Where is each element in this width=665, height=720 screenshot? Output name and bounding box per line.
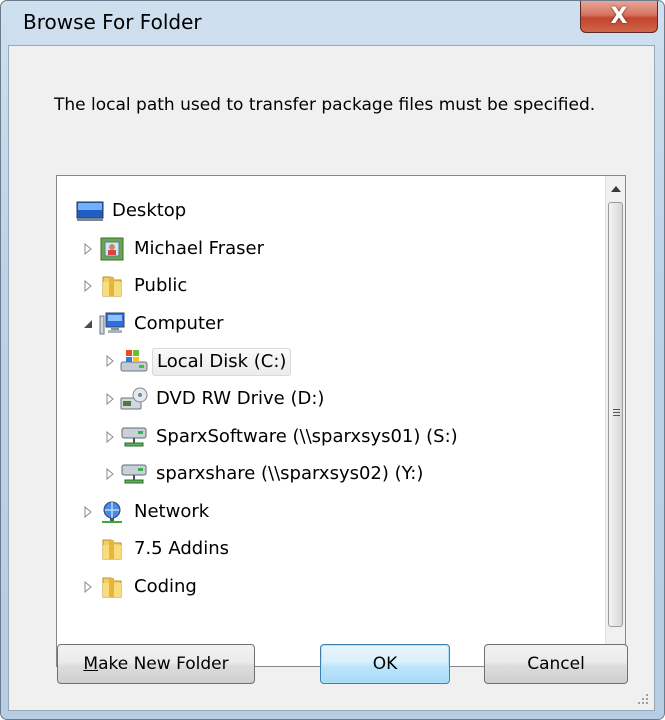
- tree-node-label[interactable]: Local Disk (C:): [152, 348, 292, 377]
- folder-tree[interactable]: Desktop Michael Fraser Public Computer Local…: [56, 175, 626, 667]
- tree-node[interactable]: Computer: [57, 306, 606, 342]
- tree-node[interactable]: Michael Fraser: [57, 231, 606, 267]
- close-icon: X: [610, 4, 628, 29]
- user-folder-icon: [97, 236, 127, 262]
- tree-collapsed-arrow-icon[interactable]: [82, 279, 94, 293]
- make-new-folder-label: Make New Folder: [83, 654, 228, 674]
- scroll-up-arrow[interactable]: [606, 178, 625, 200]
- tree-node[interactable]: Desktop: [57, 193, 606, 229]
- tree-collapsed-arrow-icon[interactable]: [82, 505, 94, 519]
- tree-node[interactable]: Coding: [57, 569, 606, 605]
- tree-node-label[interactable]: sparxshare (\\sparxsys02) (Y:): [152, 461, 427, 487]
- close-button[interactable]: X: [580, 1, 658, 33]
- tree-node-label[interactable]: SparxSoftware (\\sparxsys01) (S:): [152, 424, 462, 450]
- dvd-drive-icon: [119, 386, 149, 412]
- instruction-text: The local path used to transfer package …: [54, 95, 596, 115]
- make-new-folder-button[interactable]: Make New Folder: [57, 644, 255, 684]
- tree-node[interactable]: 7.5 Addins: [57, 531, 606, 567]
- tree-node-label[interactable]: Computer: [130, 311, 227, 337]
- tree-node-label[interactable]: DVD RW Drive (D:): [152, 386, 328, 412]
- network-icon: [97, 499, 127, 525]
- tree-node-label[interactable]: 7.5 Addins: [130, 536, 233, 562]
- tree-collapsed-arrow-icon[interactable]: [104, 392, 116, 406]
- vertical-scrollbar[interactable]: [605, 176, 625, 666]
- tree-node-label[interactable]: Network: [130, 499, 213, 525]
- tree-expanded-arrow-icon[interactable]: [82, 317, 94, 331]
- tree-node[interactable]: sparxshare (\\sparxsys02) (Y:): [57, 456, 606, 492]
- network-drive-icon: [119, 461, 149, 487]
- cancel-button[interactable]: Cancel: [484, 644, 628, 684]
- folder-tree-viewport: Desktop Michael Fraser Public Computer Local…: [57, 176, 606, 666]
- folder-icon: [97, 536, 127, 562]
- tree-collapsed-arrow-icon[interactable]: [104, 430, 116, 444]
- scroll-up-icon: [610, 186, 621, 192]
- tree-node[interactable]: Network: [57, 494, 606, 530]
- local-disk-icon: [119, 348, 149, 374]
- computer-icon: [97, 311, 127, 337]
- window-title: Browse For Folder: [23, 10, 202, 34]
- tree-node[interactable]: DVD RW Drive (D:): [57, 381, 606, 417]
- tree-collapsed-arrow-icon[interactable]: [82, 242, 94, 256]
- folder-icon: [97, 273, 127, 299]
- tree-node[interactable]: Public: [57, 268, 606, 304]
- title-bar[interactable]: Browse For Folder X: [1, 1, 664, 45]
- tree-node-label[interactable]: Coding: [130, 574, 201, 600]
- scroll-thumb[interactable]: [608, 202, 623, 627]
- tree-collapsed-arrow-icon[interactable]: [104, 467, 116, 481]
- mnemonic-letter: M: [83, 654, 99, 674]
- tree-node-label[interactable]: Desktop: [108, 198, 190, 224]
- resize-grip-icon[interactable]: [636, 692, 650, 706]
- tree-collapsed-arrow-icon[interactable]: [82, 580, 94, 594]
- dialog-client-area: The local path used to transfer package …: [8, 45, 655, 711]
- desktop-icon: [75, 198, 105, 224]
- ok-button[interactable]: OK: [320, 644, 450, 684]
- tree-collapsed-arrow-icon[interactable]: [104, 354, 116, 368]
- folder-icon: [97, 574, 127, 600]
- scroll-grip-icon: [613, 409, 620, 418]
- tree-node-label[interactable]: Michael Fraser: [130, 236, 268, 262]
- tree-node[interactable]: SparxSoftware (\\sparxsys01) (S:): [57, 419, 606, 455]
- network-drive-icon: [119, 424, 149, 450]
- make-new-folder-text: ake New Folder: [98, 654, 229, 674]
- browse-for-folder-dialog: Browse For Folder X The local path used …: [0, 0, 665, 720]
- tree-node[interactable]: Local Disk (C:): [57, 343, 606, 379]
- tree-node-label[interactable]: Public: [130, 273, 191, 299]
